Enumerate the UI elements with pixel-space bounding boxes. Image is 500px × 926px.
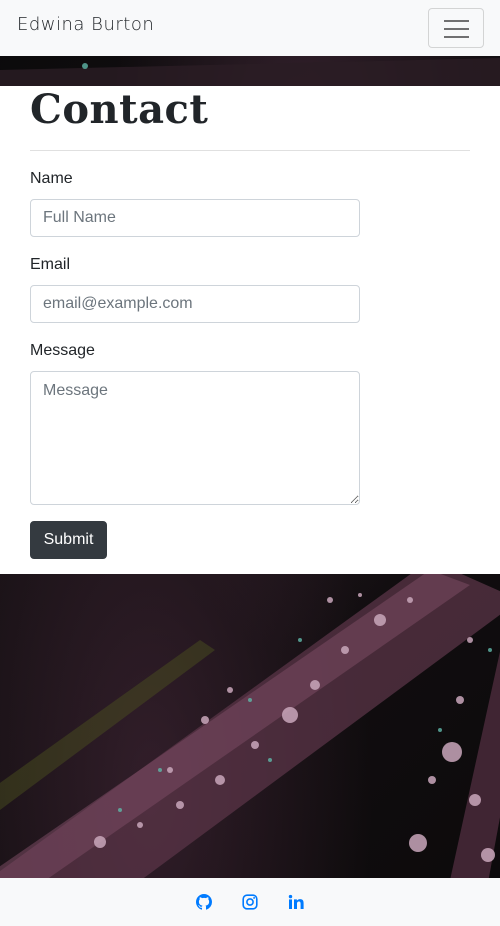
navbar-toggler-button[interactable] bbox=[428, 8, 484, 48]
linkedin-link[interactable] bbox=[288, 894, 304, 910]
divider bbox=[30, 150, 470, 151]
contact-section: Contact Name Email Message Submit bbox=[0, 86, 500, 574]
navbar: Edwina Burton bbox=[0, 0, 500, 56]
instagram-icon bbox=[242, 894, 258, 910]
github-link[interactable] bbox=[196, 894, 212, 910]
instagram-link[interactable] bbox=[242, 894, 258, 910]
footer bbox=[0, 878, 500, 926]
brand-name[interactable]: Edwina Burton bbox=[17, 14, 154, 35]
hamburger-menu-icon bbox=[444, 36, 469, 38]
page-title: Contact bbox=[30, 86, 209, 133]
email-input[interactable] bbox=[30, 285, 360, 323]
message-label: Message bbox=[30, 342, 95, 359]
page: Edwina Burton Contact Name Email Message… bbox=[0, 0, 500, 926]
linkedin-icon bbox=[288, 894, 304, 909]
name-input[interactable] bbox=[30, 199, 360, 237]
hamburger-menu-icon bbox=[444, 28, 469, 30]
message-textarea[interactable] bbox=[30, 371, 360, 505]
name-label: Name bbox=[30, 170, 73, 187]
submit-button[interactable]: Submit bbox=[30, 521, 107, 559]
email-label: Email bbox=[30, 256, 71, 273]
hamburger-menu-icon bbox=[444, 20, 469, 22]
github-icon bbox=[196, 894, 212, 910]
